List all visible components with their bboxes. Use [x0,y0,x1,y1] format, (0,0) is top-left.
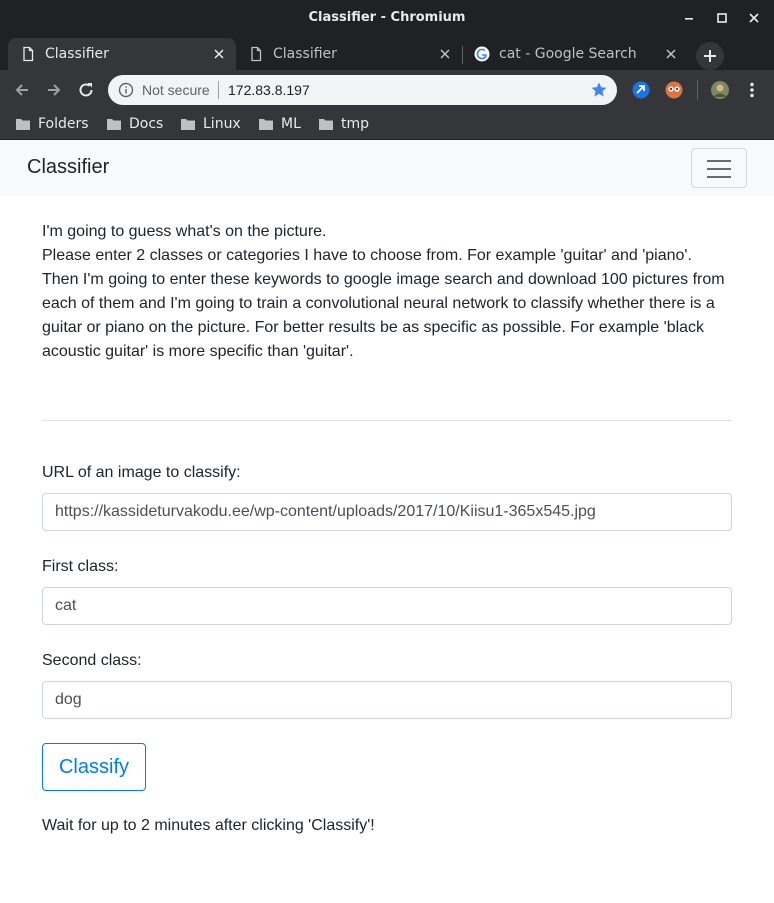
close-tab-icon[interactable] [212,47,226,61]
first-class-label: First class: [42,558,119,575]
address-bar[interactable]: Not secure 172.83.8.197 [108,75,617,105]
tab-title: Classifier [273,46,337,62]
menu-kebab-icon[interactable] [742,80,762,100]
page-icon [23,46,34,62]
page-navbar: Classifier [0,140,774,196]
maximize-icon[interactable] [715,11,729,25]
bookmark-star-icon[interactable] [590,81,608,99]
section-divider [42,420,732,421]
hamburger-icon [707,168,731,170]
url-text[interactable]: 172.83.8.197 [228,82,310,98]
google-icon [474,46,490,62]
intro-paragraph: Please enter 2 classes or categories I h… [42,247,725,360]
folder-icon [259,119,273,130]
navbar-brand[interactable]: Classifier [27,156,109,179]
close-tab-icon[interactable] [664,47,678,61]
minimize-icon[interactable] [682,11,696,25]
image-url-input[interactable] [42,493,732,531]
bookmark-label: ML [281,116,301,132]
tab-strip: Classifier Classifier cat - Google Searc… [0,36,774,70]
forward-arrow-icon[interactable] [44,80,64,100]
close-window-icon[interactable] [747,11,761,25]
security-status: Not secure [142,82,210,98]
toolbar-separator [697,80,698,100]
bookmark-folders[interactable]: Folders [15,114,89,134]
tab-google-search[interactable]: cat - Google Search [462,38,688,70]
bookmark-docs[interactable]: Docs [106,114,163,134]
first-class-input[interactable] [42,587,732,625]
bookmarks-bar: Folders Docs Linux ML tmp [0,108,774,140]
tab-title: Classifier [45,46,109,62]
hamburger-icon [707,160,731,162]
new-tab-button[interactable] [696,42,724,70]
url-field-label: URL of an image to classify: [42,464,241,481]
intro-text: I'm going to guess what's on the picture… [42,220,732,364]
folder-icon [107,119,121,130]
tab-classifier-active[interactable]: Classifier [8,38,236,70]
extension-owl-icon[interactable] [664,80,684,100]
classify-button[interactable]: Classify [42,743,146,791]
folder-icon [16,119,30,130]
browser-toolbar: Not secure 172.83.8.197 [0,70,774,108]
close-tab-icon[interactable] [438,47,452,61]
hamburger-icon [707,176,731,178]
bookmark-label: Linux [203,116,241,132]
second-class-input[interactable] [42,681,732,719]
navbar-toggler-button[interactable] [691,148,747,188]
tab-classifier[interactable]: Classifier [236,38,462,70]
info-icon[interactable] [118,82,134,98]
bookmark-tmp[interactable]: tmp [318,114,369,134]
folder-icon [181,119,195,130]
profile-avatar[interactable] [710,80,730,100]
window-titlebar: Classifier - Chromium [0,0,774,36]
intro-line: I'm going to guess what's on the picture… [42,223,327,240]
plus-icon [704,50,716,62]
bookmark-ml[interactable]: ML [258,114,301,134]
second-class-label: Second class: [42,652,142,669]
wait-note: Wait for up to 2 minutes after clicking … [42,817,375,834]
window-title: Classifier - Chromium [308,10,466,25]
bookmark-label: Docs [129,116,164,132]
back-arrow-icon[interactable] [12,80,32,100]
reload-icon[interactable] [76,80,96,100]
omnibox-separator [218,81,219,99]
bookmark-label: Folders [38,116,89,132]
folder-icon [319,119,333,130]
extension-icon[interactable] [631,80,651,100]
tab-title: cat - Google Search [499,46,637,62]
bookmark-label: tmp [341,116,370,132]
page-icon [251,46,262,62]
bookmark-linux[interactable]: Linux [180,114,241,134]
